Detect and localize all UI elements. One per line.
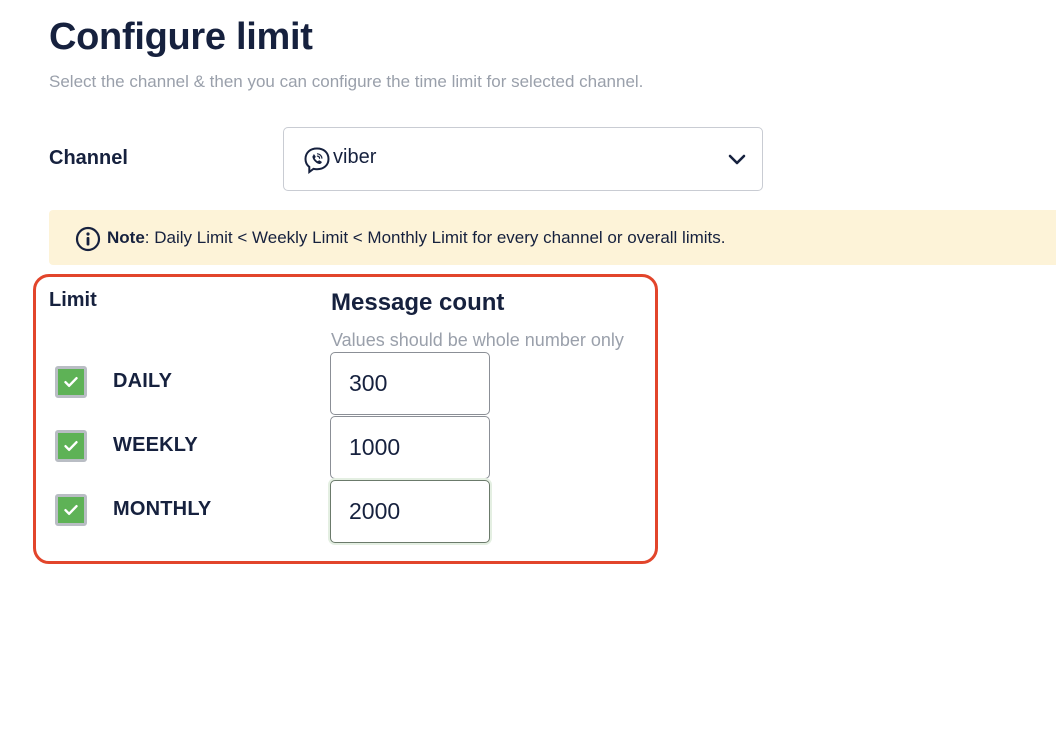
limit-row-weekly: WEEKLY — [0, 416, 700, 480]
daily-checkbox[interactable] — [55, 366, 87, 398]
weekly-label: WEEKLY — [113, 434, 198, 456]
channel-select[interactable]: viber — [283, 127, 763, 191]
weekly-count-input[interactable] — [330, 416, 490, 479]
channel-label: Channel — [49, 147, 128, 169]
chevron-down-icon[interactable] — [726, 148, 748, 170]
viber-icon — [304, 147, 330, 175]
limit-row-daily: DAILY — [0, 352, 700, 416]
page-title: Configure limit — [49, 16, 313, 58]
check-icon — [64, 505, 78, 515]
limit-row-monthly: MONTHLY — [0, 480, 700, 544]
channel-select-value: viber — [333, 145, 377, 168]
page-subtitle: Select the channel & then you can config… — [49, 72, 644, 91]
daily-label: DAILY — [113, 370, 173, 392]
info-icon — [75, 226, 101, 251]
note-bold-label: Note — [107, 227, 145, 247]
daily-count-input[interactable] — [330, 352, 490, 415]
note-text: : Daily Limit < Weekly Limit < Monthly L… — [144, 227, 726, 247]
message-count-hint: Values should be whole number only — [331, 330, 624, 350]
limit-column-header: Limit — [49, 289, 97, 311]
check-icon — [64, 377, 78, 387]
configure-limit-page: Configure limit Select the channel & the… — [0, 0, 1056, 732]
monthly-count-input[interactable] — [330, 480, 490, 543]
limit-note: Note: Daily Limit < Weekly Limit < Month… — [49, 210, 1056, 265]
message-count-column-header: Message count — [331, 289, 505, 316]
monthly-label: MONTHLY — [113, 498, 212, 520]
weekly-checkbox[interactable] — [55, 430, 87, 462]
monthly-checkbox[interactable] — [55, 494, 87, 526]
check-icon — [64, 441, 78, 451]
